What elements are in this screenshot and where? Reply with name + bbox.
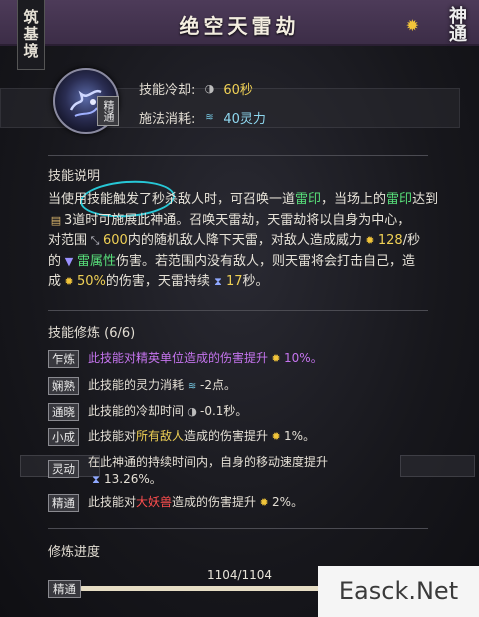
sun-icon: ✹ <box>64 275 74 288</box>
thunder-element-icon: ▼ <box>64 254 74 268</box>
cooldown-icon: ◑ <box>204 81 215 95</box>
dialog-header: 绝空天雷劫 ✹ 神通 <box>0 0 479 46</box>
refine-tag: 小成 <box>48 428 79 446</box>
cost-value: 40灵力 <box>223 111 266 127</box>
sun-icon: ✹ <box>405 16 419 35</box>
boot-icon: ⧗ <box>92 473 100 486</box>
progress-title: 修炼进度 <box>48 545 101 560</box>
refine-tag: 精通 <box>48 494 79 512</box>
refine-title: 技能修炼 (6/6) <box>48 326 136 341</box>
sun-icon: ✹ <box>259 496 269 509</box>
refine-item: 乍炼 此技能对精英单位造成的伤害提升 ✹ 10%。 <box>48 350 323 372</box>
sun-icon: ✹ <box>365 234 375 247</box>
refine-tag: 乍炼 <box>48 350 79 368</box>
spirit-icon: ≋ <box>205 111 214 123</box>
description-title: 技能说明 <box>48 169 101 184</box>
scroll-icon: ▤ <box>50 213 62 227</box>
spirit-icon: ≋ <box>187 381 197 392</box>
cooldown-value: 60秒 <box>223 82 253 98</box>
refine-item: 小成 此技能对所有敌人造成的伤害提升 ✹ 1%。 <box>48 428 315 450</box>
refine-tag: 灵动 <box>48 460 79 478</box>
refine-item: 通晓 此技能的冷却时间 ◑ -0.1秒。 <box>48 403 247 425</box>
divider <box>48 310 428 311</box>
cooldown-label: 技能冷却: <box>139 82 196 98</box>
divider <box>48 155 428 156</box>
shentong-badge: 神通 <box>446 6 467 42</box>
progress-tier-tag: 精通 <box>48 580 81 598</box>
cooldown-icon: ◑ <box>187 405 197 418</box>
tier-badge: 精通 <box>97 96 119 126</box>
refine-tag: 通晓 <box>48 403 79 421</box>
refine-item: 精通 此技能对大妖兽造成的伤害提升 ✹ 2%。 <box>48 494 303 516</box>
divider <box>48 528 428 529</box>
sun-icon: ✹ <box>271 352 281 365</box>
refine-item: 灵动 在此神通的持续时间内，自身的移动速度提升 ⧗ 13.26%。 <box>48 454 328 490</box>
sun-icon: ✹ <box>271 430 281 443</box>
hourglass-icon: ⧗ <box>214 275 222 288</box>
background-tab <box>400 455 475 477</box>
refine-tag: 娴熟 <box>48 377 79 395</box>
range-icon: ⤡ <box>90 234 100 247</box>
refine-item: 娴熟 此技能的灵力消耗 ≋ -2点。 <box>48 377 236 399</box>
watermark: Easck.Net <box>318 566 479 617</box>
cost-label: 施法消耗: <box>139 111 196 127</box>
skill-description: 当使用技能触发了秒杀敌人时，可召唤一道雷印，当场上的雷印达到 ▤ 3道时可施展此神… <box>48 190 443 293</box>
realm-badge: 筑基境 <box>17 0 45 70</box>
cooldown-row: 技能冷却: ◑ 60秒 <box>139 79 253 98</box>
cost-row: 施法消耗: ≋ 40灵力 <box>139 108 266 127</box>
